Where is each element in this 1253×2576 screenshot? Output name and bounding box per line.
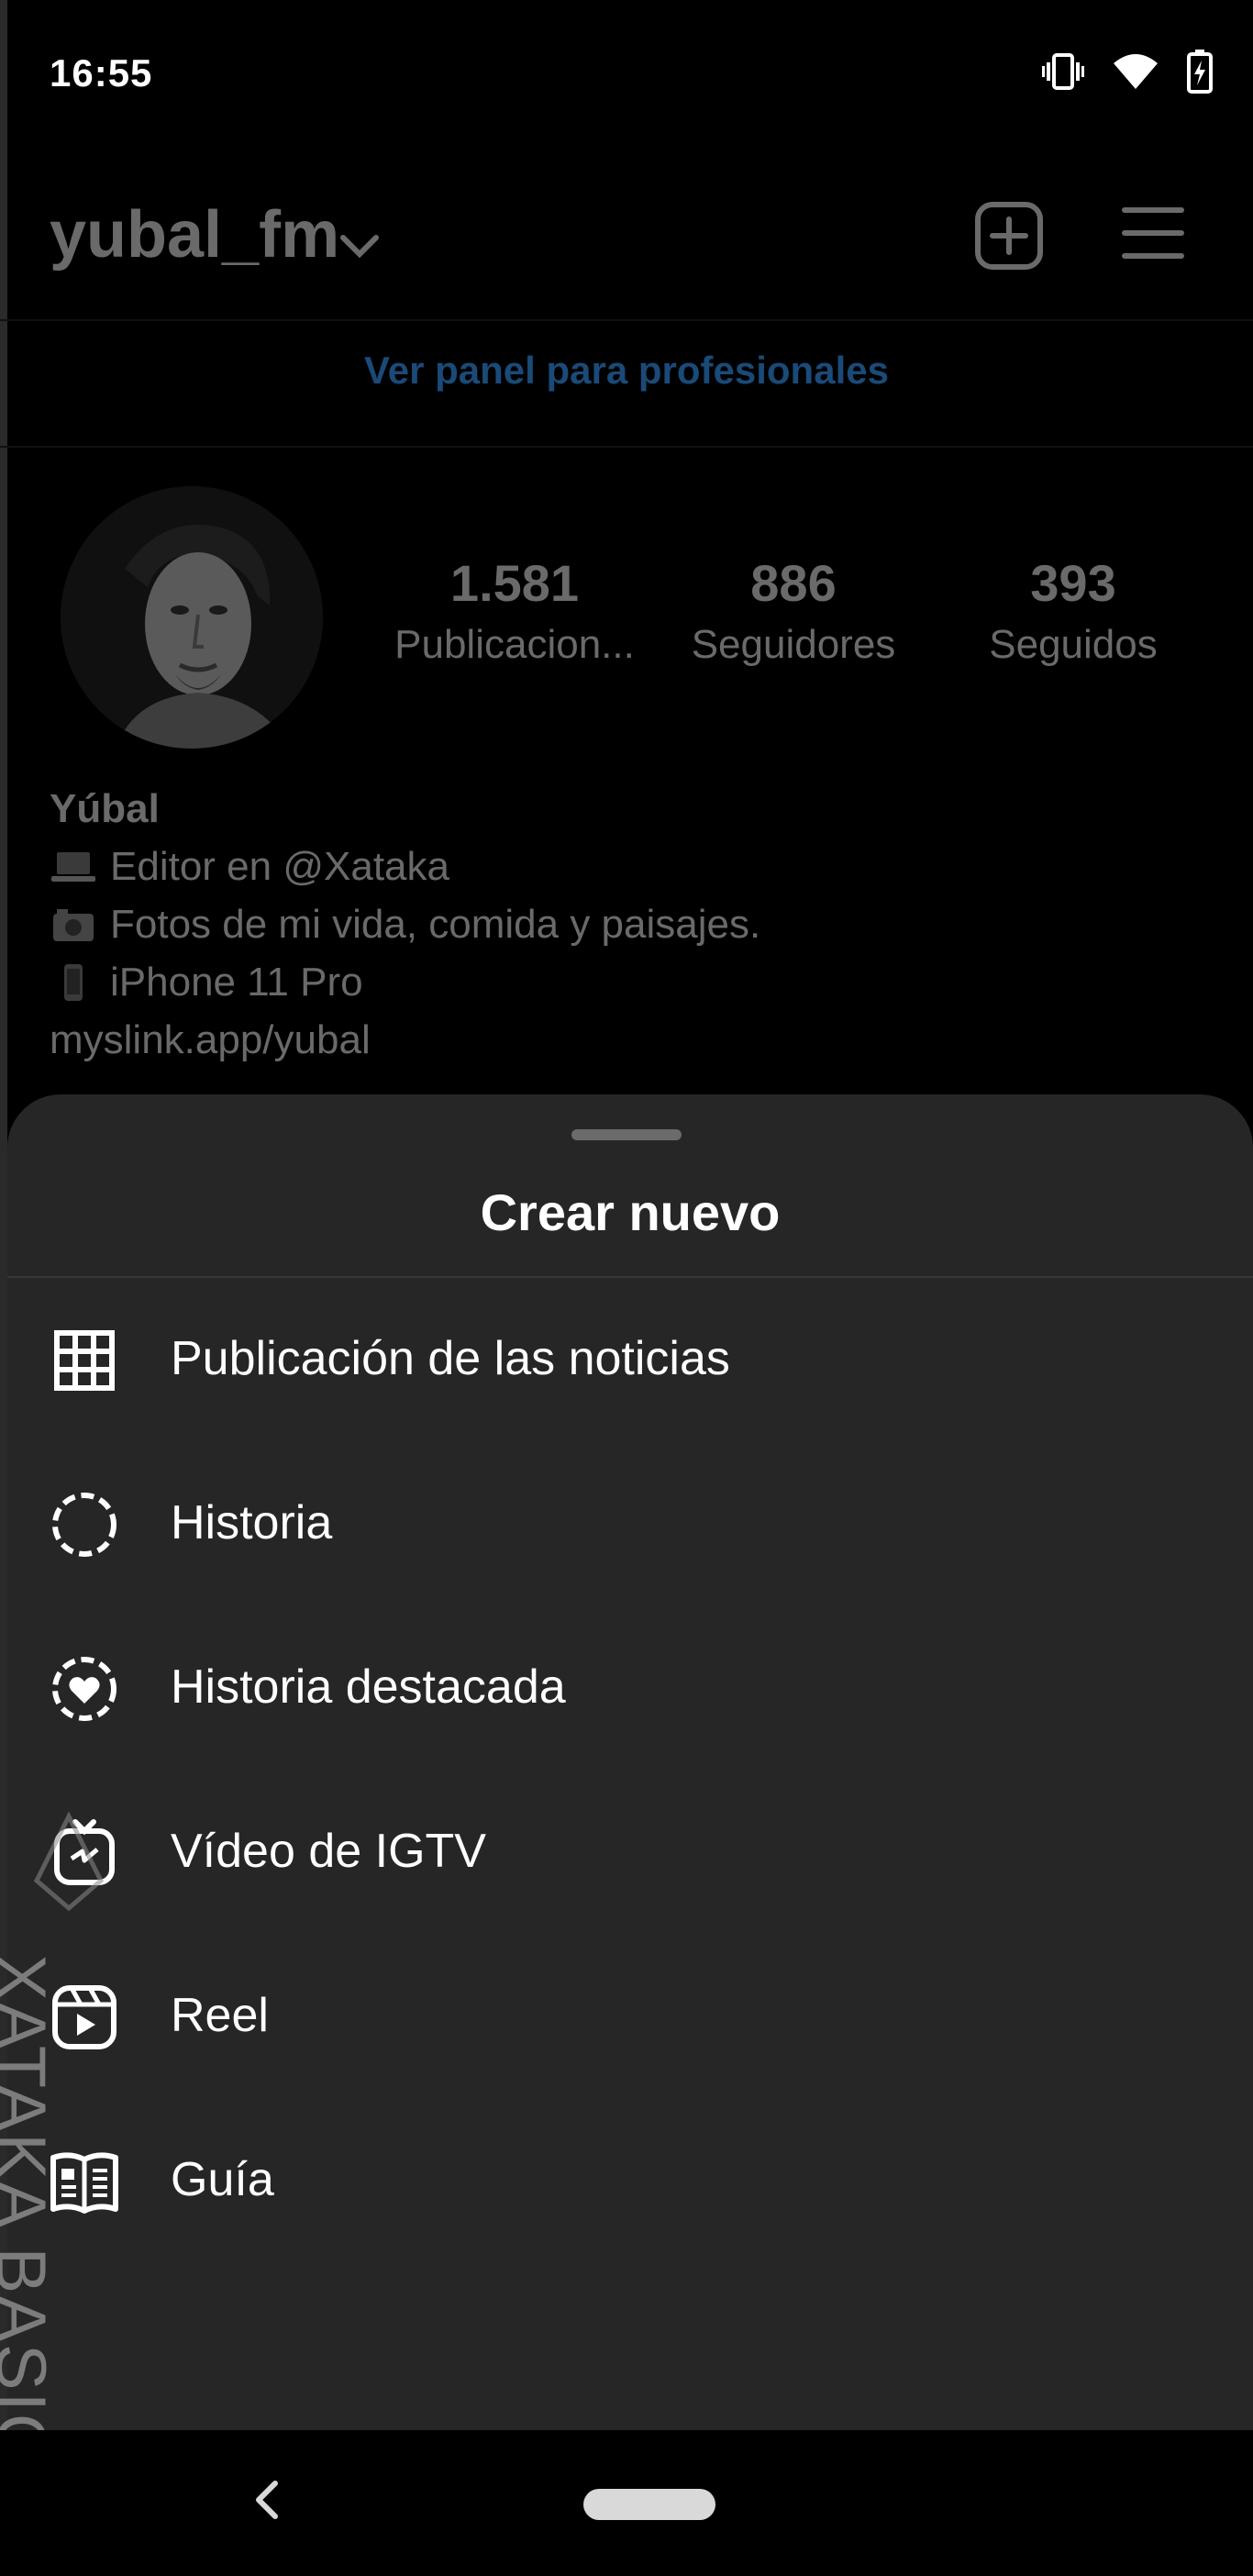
stat-following-value: 393 — [1030, 554, 1116, 612]
bio-line: Editor en @Xataka — [50, 838, 760, 895]
phone-emoji-icon — [64, 963, 83, 1001]
stat-posts[interactable]: 1.581 Publicacion... — [377, 553, 652, 668]
status-bar: 16:55 — [0, 0, 1253, 151]
menu-item-guide[interactable]: Guía — [7, 2099, 1253, 2263]
bio-line: iPhone 11 Pro — [50, 953, 760, 1011]
story-circle-icon — [52, 1493, 116, 1557]
create-menu-list: Publicación de las noticias Historia His… — [7, 1278, 1253, 2263]
back-chevron-icon[interactable] — [248, 2478, 284, 2522]
pro-panel-link[interactable]: Ver panel para profesionales — [364, 349, 889, 393]
menu-item-reel[interactable]: Reel — [7, 1935, 1253, 2099]
sheet-title: Crear nuevo — [480, 1183, 781, 1241]
battery-charging-icon — [1187, 50, 1213, 94]
create-new-sheet: Crear nuevo Publicación de las noticias … — [7, 1094, 1253, 2430]
bio-line-text: Editor en @Xataka — [110, 844, 449, 889]
vibrate-icon — [1042, 53, 1084, 90]
bio-line: Fotos de mi vida, comida y paisajes. — [50, 895, 760, 953]
navigation-bar — [0, 2430, 1253, 2576]
menu-item-label: Historia destacada — [171, 1660, 566, 1714]
status-time: 16:55 — [50, 51, 153, 94]
profile-area: yubal_fm Ver panel para profesionales 1.… — [0, 151, 1253, 1096]
sheet-drag-handle[interactable] — [571, 1129, 682, 1140]
bio-line-text: Fotos de mi vida, comida y paisajes. — [110, 902, 761, 947]
grid-icon — [54, 1330, 115, 1391]
profile-bio: Yúbal Editor en @Xataka Fotos de mi vida… — [50, 780, 760, 1069]
menu-item-label: Reel — [171, 1989, 269, 2042]
menu-item-highlight[interactable]: Historia destacada — [7, 1606, 1253, 1771]
camera-emoji-icon — [53, 908, 94, 941]
menu-item-post[interactable]: Publicación de las noticias — [7, 1278, 1253, 1442]
chevron-down-icon[interactable] — [339, 234, 380, 260]
stat-followers-label: Seguidores — [691, 622, 896, 667]
bio-name: Yúbal — [50, 786, 160, 831]
stat-followers[interactable]: 886 Seguidores — [656, 553, 931, 668]
add-content-icon[interactable] — [974, 201, 1044, 271]
bio-line-text: iPhone 11 Pro — [110, 960, 363, 1005]
menu-item-label: Publicación de las noticias — [171, 1332, 730, 1385]
menu-item-story[interactable]: Historia — [7, 1442, 1253, 1606]
status-icons — [1042, 50, 1213, 94]
home-pill-button[interactable] — [583, 2489, 715, 2520]
menu-item-label: Guía — [171, 2153, 274, 2206]
stat-followers-value: 886 — [750, 554, 837, 612]
hamburger-menu-icon[interactable] — [1121, 205, 1185, 261]
laptop-emoji-icon — [51, 851, 95, 882]
pro-panel-row[interactable]: Ver panel para profesionales — [0, 321, 1253, 448]
profile-header: yubal_fm — [0, 151, 1253, 321]
username[interactable]: yubal_fm — [50, 197, 339, 272]
stat-posts-value: 1.581 — [449, 554, 580, 612]
stat-following[interactable]: 393 Seguidos — [936, 553, 1211, 668]
highlight-heart-icon — [52, 1657, 116, 1721]
menu-item-igtv[interactable]: Vídeo de IGTV — [7, 1771, 1253, 1935]
stat-posts-label: Publicacion... — [394, 622, 635, 667]
menu-item-label: Historia — [171, 1496, 333, 1549]
bio-link[interactable]: myslink.app/yubal — [50, 1011, 760, 1069]
avatar[interactable] — [61, 486, 323, 749]
avatar-portrait — [61, 486, 323, 749]
screen: 16:55 yubal_fm Ver panel para profesiona… — [0, 0, 1253, 2576]
wifi-icon — [1114, 54, 1158, 89]
menu-item-label: Vídeo de IGTV — [171, 1825, 486, 1878]
stat-following-label: Seguidos — [989, 622, 1158, 667]
